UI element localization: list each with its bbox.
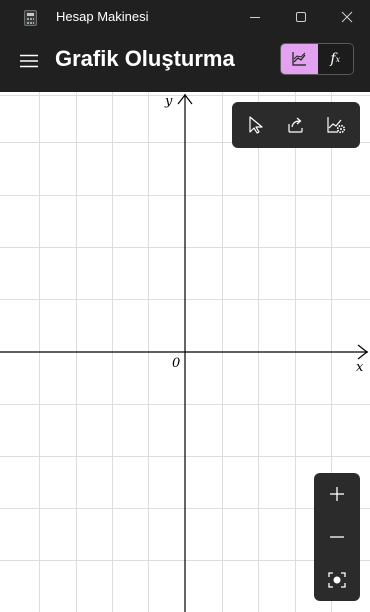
title-bar[interactable]: Hesap Makinesi — [0, 0, 370, 36]
graph-canvas[interactable]: y x 0 — [0, 92, 370, 612]
function-subscript: x — [335, 54, 341, 64]
graph-mode-button[interactable] — [281, 44, 318, 74]
minimize-button[interactable] — [232, 0, 278, 34]
graph-settings-icon — [327, 117, 346, 134]
trace-select-button[interactable] — [238, 107, 274, 143]
axes — [0, 94, 368, 612]
share-icon — [288, 117, 303, 133]
zoom-panel — [314, 473, 360, 601]
function-mode-button[interactable]: fx — [317, 44, 353, 74]
minimize-icon — [250, 17, 260, 18]
share-button[interactable] — [278, 107, 314, 143]
reset-view-button[interactable] — [317, 561, 357, 599]
calculator-window: Hesap Makinesi Grafik Oluşturma f x y x … — [0, 0, 370, 612]
hamburger-menu-icon — [20, 54, 38, 68]
plus-icon — [330, 487, 344, 502]
maximize-icon — [296, 12, 306, 22]
window-title: Hesap Makinesi — [56, 9, 149, 24]
navigation-menu-button[interactable] — [16, 50, 42, 72]
minus-icon — [330, 536, 344, 538]
x-axis-label: x — [356, 360, 364, 375]
zoom-in-button[interactable] — [317, 475, 357, 513]
pointer-icon — [249, 116, 263, 134]
fit-view-icon — [328, 571, 346, 588]
close-icon — [341, 11, 353, 23]
mode-toggle: fx — [280, 43, 354, 75]
zoom-out-button[interactable] — [317, 518, 357, 556]
page-title: Grafik Oluşturma — [55, 46, 235, 71]
maximize-button[interactable] — [278, 0, 324, 34]
close-button[interactable] — [324, 0, 370, 34]
y-axis-label: y — [165, 94, 173, 109]
graph-toolbar — [232, 102, 360, 148]
graph-settings-button[interactable] — [318, 107, 354, 143]
calculator-icon — [24, 10, 37, 26]
origin-label: 0 — [172, 356, 181, 371]
app-header: Grafik Oluşturma fx — [0, 36, 370, 92]
graph-icon — [292, 52, 307, 66]
